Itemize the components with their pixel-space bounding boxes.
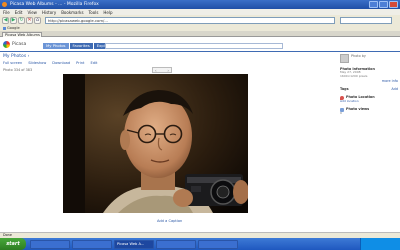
window-title: Picasa Web Albums - ... - Mozilla Firefo…	[10, 2, 99, 7]
search-box[interactable]	[340, 16, 392, 24]
tags-heading: Tags	[340, 87, 349, 91]
add-location-link[interactable]: Add location	[340, 99, 398, 104]
minimize-button[interactable]	[369, 1, 378, 8]
system-tray	[360, 238, 400, 250]
taskbar-item[interactable]	[198, 239, 238, 249]
breadcrumb-separator: ›	[26, 54, 30, 59]
navigation-toolbar: ◀ ▶ ↻ ✕ ⌂ http://picasaweb.google.com/..…	[0, 15, 400, 25]
download-button[interactable]: Download	[52, 61, 70, 65]
menu-file[interactable]: File	[3, 10, 10, 15]
picasa-search-input[interactable]	[105, 43, 283, 49]
portrait-image	[63, 74, 248, 213]
home-icon[interactable]: ⌂	[34, 16, 41, 24]
address-bar[interactable]: http://picasaweb.google.com/...	[45, 16, 335, 24]
taskbar-item-active[interactable]: Picasa Web A...	[114, 239, 154, 249]
previous-photo-icon[interactable]: ‹	[155, 68, 157, 73]
edit-button[interactable]: Edit	[90, 61, 97, 65]
reload-icon[interactable]: ↻	[18, 16, 25, 24]
photo-owner: Photo by	[340, 54, 398, 64]
window-controls	[369, 1, 398, 8]
taskbar-item[interactable]	[30, 239, 70, 249]
breadcrumb: My Photos ›	[3, 54, 29, 59]
full-screen-button[interactable]: Full screen	[3, 61, 22, 65]
print-button[interactable]: Print	[76, 61, 84, 65]
photo-by-label: Photo by	[351, 54, 366, 58]
breadcrumb-root[interactable]: My Photos	[3, 54, 26, 59]
avatar[interactable]	[340, 54, 349, 63]
picasa-logo[interactable]: Picasa	[3, 40, 41, 49]
tab-favorites[interactable]: Favorites	[69, 43, 93, 49]
views-heading: Photo views	[346, 107, 370, 112]
header-divider	[0, 51, 400, 52]
taskbar-item[interactable]	[156, 239, 196, 249]
stop-icon[interactable]: ✕	[26, 16, 33, 24]
close-window-button[interactable]	[389, 1, 398, 8]
picasa-logo-icon	[3, 41, 10, 48]
tags-section: Tags Add	[340, 87, 398, 91]
firefox-icon	[2, 2, 7, 7]
main-photo[interactable]	[63, 74, 248, 213]
slideshow-button[interactable]: Slideshow	[28, 61, 46, 65]
menu-history[interactable]: History	[42, 10, 56, 15]
menu-bookmarks[interactable]: Bookmarks	[61, 10, 83, 15]
next-photo-icon[interactable]: ›	[167, 68, 169, 73]
taskbar-items: Picasa Web A...	[30, 239, 238, 249]
maximize-button[interactable]	[379, 1, 388, 8]
photo-pager: ‹ ›	[152, 67, 172, 73]
menu-tools[interactable]: Tools	[89, 10, 99, 15]
window-titlebar: Picasa Web Albums - ... - Mozilla Firefo…	[0, 0, 400, 9]
photo-sidebar: Photo by Photo Information May 27, 2008 …	[340, 54, 398, 224]
views-count: 0	[340, 110, 342, 115]
bookmark-item[interactable]: Google	[3, 26, 20, 30]
back-icon[interactable]: ◀	[2, 16, 9, 24]
menu-edit[interactable]: Edit	[15, 10, 23, 15]
add-caption-link[interactable]: Add a Caption	[157, 219, 182, 223]
menu-view[interactable]: View	[27, 10, 37, 15]
photo-counter: Photo 334 of 383	[3, 68, 33, 72]
add-tags-link[interactable]: Add	[391, 87, 398, 91]
page-content: Picasa My Photos Favorites Explore My Ph…	[0, 37, 400, 232]
picasa-nav-tabs: My Photos Favorites Explore	[43, 43, 114, 49]
start-button[interactable]: start	[0, 238, 26, 250]
menu-help[interactable]: Help	[103, 10, 112, 15]
photo-actions: Full screen Slideshow Download Print Edi…	[3, 61, 97, 65]
taskbar-item[interactable]	[72, 239, 112, 249]
more-info-link[interactable]: more info	[340, 79, 398, 83]
tab-my-photos[interactable]: My Photos	[43, 43, 69, 49]
forward-icon[interactable]: ▶	[10, 16, 17, 24]
picasa-header: Picasa My Photos Favorites Explore	[0, 37, 400, 52]
taskbar: start Picasa Web A...	[0, 238, 400, 250]
bookmark-icon	[3, 26, 6, 30]
